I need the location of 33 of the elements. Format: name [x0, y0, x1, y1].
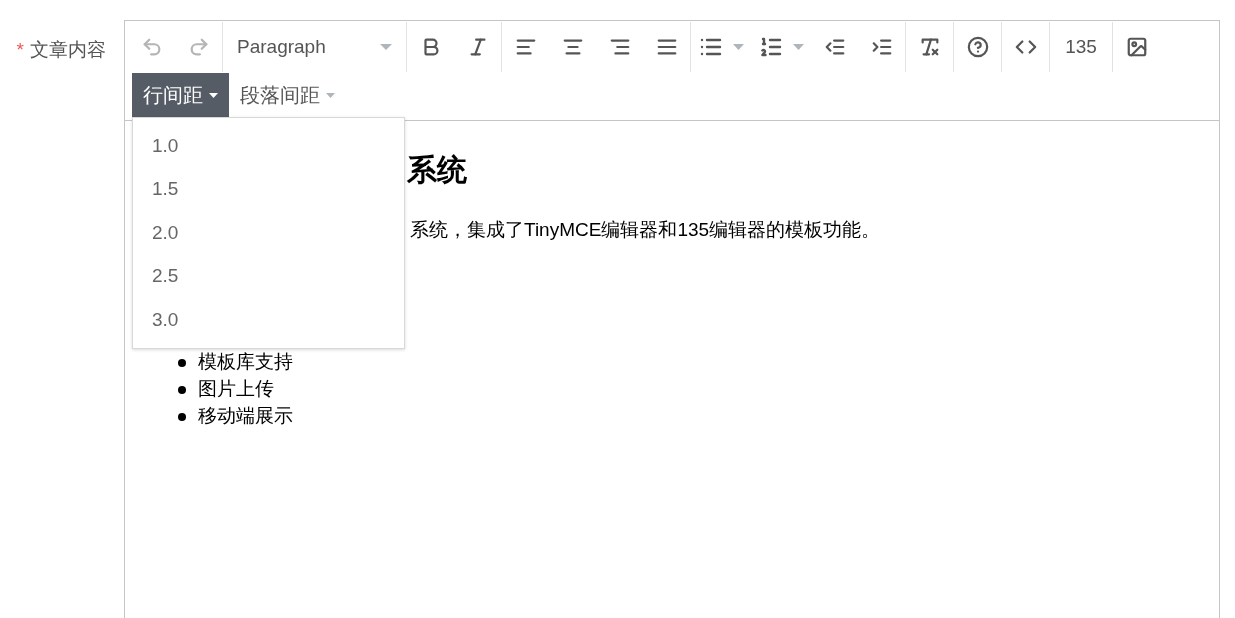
indent-icon [870, 36, 893, 58]
menu-item[interactable]: 2.5 [133, 254, 404, 299]
content-heading: 系统 [407, 152, 468, 188]
caret-icon [209, 92, 218, 98]
menu-item[interactable]: 2.0 [133, 211, 404, 255]
field-label: 文章内容 [30, 38, 106, 62]
format-select[interactable]: Paragraph [223, 23, 406, 71]
caret-icon [732, 44, 744, 50]
align-left-icon [514, 36, 537, 58]
list-item: 模板库支持 [198, 350, 293, 375]
align-right-icon [608, 36, 631, 58]
menu-item[interactable]: 1.0 [133, 124, 404, 168]
content-paragraph: 系统，集成了TinyMCE编辑器和135编辑器的模板功能。 [410, 218, 882, 242]
bullet-icon [178, 412, 186, 421]
caret-icon [792, 44, 804, 50]
image-icon [1125, 36, 1148, 58]
help-icon [966, 36, 989, 58]
list-item: 图片上传 [198, 377, 274, 402]
menubar-button[interactable]: 行间距 [132, 73, 229, 117]
bullet-icon [178, 358, 186, 367]
caret-icon [326, 92, 335, 98]
menu-item[interactable]: 3.0 [133, 298, 404, 342]
template-button[interactable]: 135 [1050, 23, 1112, 71]
caret-icon [380, 44, 392, 50]
outdent-icon [823, 36, 846, 58]
align-center-icon [561, 36, 584, 58]
numbered-list-icon [758, 35, 783, 59]
menu-item[interactable]: 1.5 [133, 167, 404, 212]
list-item: 移动端展示 [198, 404, 293, 429]
align-justify-icon [655, 36, 678, 58]
bullet-icon [178, 385, 186, 394]
required-mark: * [16, 38, 24, 62]
menubar-button[interactable]: 段落间距 [229, 73, 346, 117]
